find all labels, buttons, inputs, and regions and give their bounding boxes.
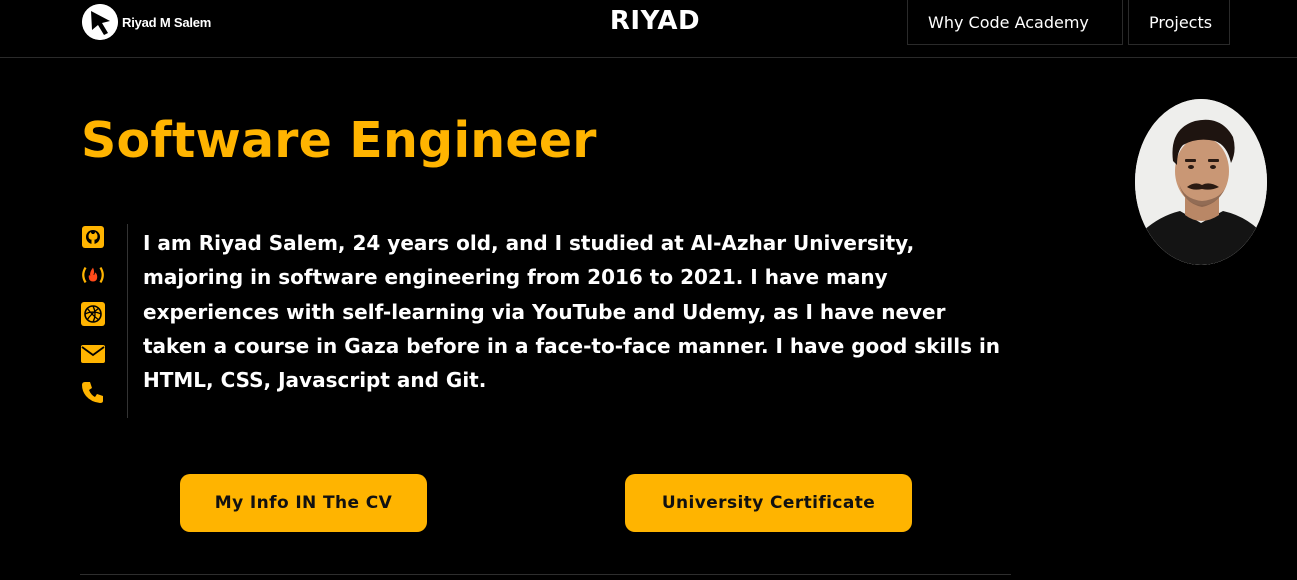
github-icon[interactable] — [80, 224, 106, 250]
cv-button[interactable]: My Info IN The CV — [180, 474, 427, 532]
bio-text: I am Riyad Salem, 24 years old, and I st… — [143, 231, 1001, 393]
main-nav: Why Code Academy Projects — [907, 0, 1230, 45]
nav-projects[interactable]: Projects — [1128, 0, 1230, 45]
nav-why-code-academy[interactable]: Why Code Academy — [907, 0, 1123, 45]
site-header: Riyad M Salem RIYAD Why Code Academy Pro… — [0, 0, 1297, 58]
freecodecamp-icon[interactable] — [80, 262, 106, 288]
phone-icon[interactable] — [80, 379, 106, 405]
university-certificate-button[interactable]: University Certificate — [625, 474, 912, 532]
social-links — [80, 224, 128, 418]
divider — [80, 574, 1011, 575]
page-title: Software Engineer — [81, 112, 597, 169]
avatar — [1135, 99, 1267, 265]
page: Riyad M Salem RIYAD Why Code Academy Pro… — [0, 0, 1297, 580]
mail-icon[interactable] — [80, 341, 106, 367]
codepen-icon[interactable] — [80, 301, 106, 327]
